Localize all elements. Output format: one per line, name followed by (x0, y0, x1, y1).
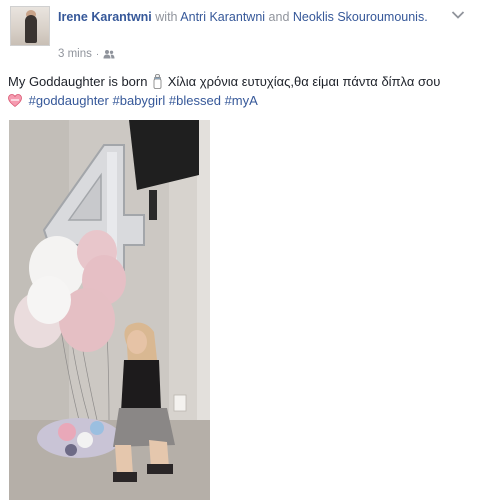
meta-separator: · (95, 48, 100, 60)
hashtag-link[interactable]: #goddaughter (29, 93, 109, 108)
post-header: Irene Karantwni with Antri Karantwni and… (58, 9, 438, 26)
feed-post: Irene Karantwni with Antri Karantwni and… (0, 0, 477, 500)
and-text: and (268, 10, 290, 24)
author-name-link[interactable]: Irene Karantwni (58, 10, 152, 24)
friends-icon[interactable] (103, 49, 115, 59)
with-text: with (155, 10, 178, 24)
author-avatar[interactable] (10, 6, 50, 46)
hashtag-link[interactable]: #babygirl (113, 93, 166, 108)
baby-bottle-icon (153, 74, 162, 89)
post-meta: 3 mins · (58, 48, 115, 60)
message-text: My Goddaughter is born (8, 74, 148, 89)
post-photo-image (9, 120, 210, 500)
post-message: My Goddaughter is born Χίλια χρόνια ευτυ… (8, 72, 470, 110)
hashtag-link[interactable]: #blessed (169, 93, 221, 108)
chevron-down-icon[interactable] (451, 10, 465, 20)
post-timestamp-link[interactable]: 3 mins (58, 48, 92, 60)
post-photo[interactable] (9, 120, 210, 500)
ribbon-heart-icon (8, 94, 22, 107)
tagged-friend-link-2[interactable]: Neoklis Skouroumounis. (293, 10, 428, 24)
hashtag-link[interactable]: #myA (225, 93, 258, 108)
message-greek-text: Χίλια χρόνια ευτυχίας,θα είμαι πάντα δίπ… (167, 74, 441, 89)
tagged-friend-link-1[interactable]: Antri Karantwni (180, 10, 265, 24)
